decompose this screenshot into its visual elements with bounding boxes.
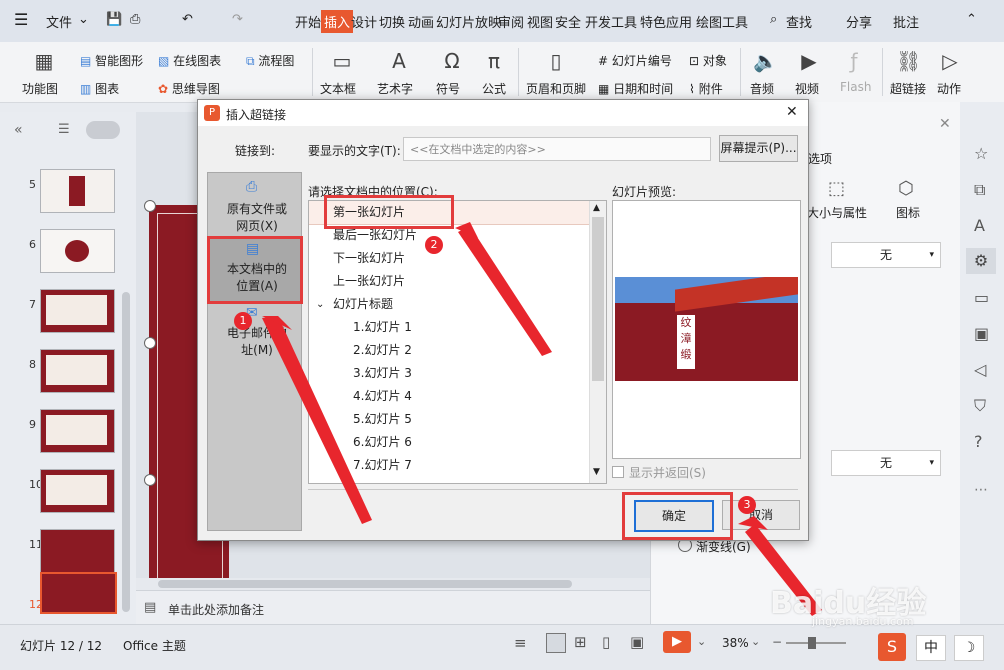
annotation-badge-2: 2 xyxy=(425,236,443,254)
watermark-url: jingyan.baidu.com xyxy=(812,615,914,628)
annotation-arrows xyxy=(262,222,822,616)
arrow-2 xyxy=(458,226,552,356)
arrow-1 xyxy=(262,316,372,524)
annotation-badge-3: 3 xyxy=(738,496,756,514)
annotation-badge-1: 1 xyxy=(234,312,252,330)
